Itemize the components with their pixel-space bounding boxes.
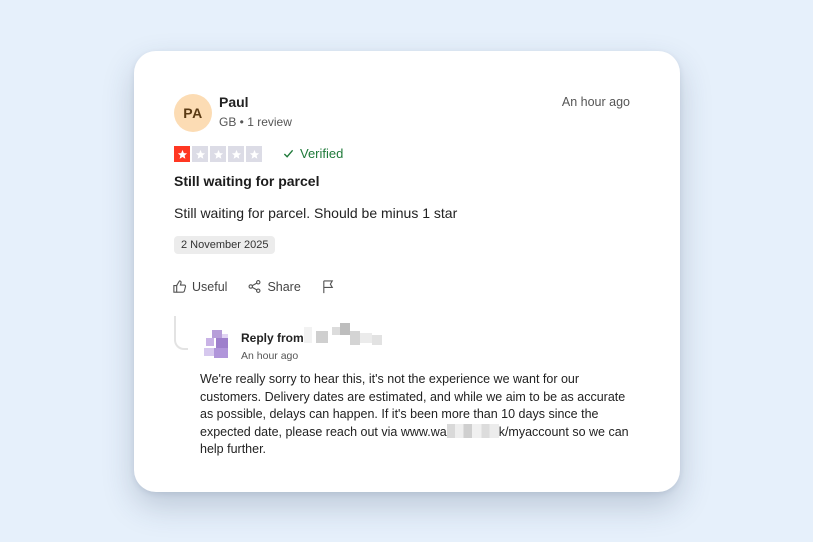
review-card: PA Paul GB • 1 review An hour ago Verifi… xyxy=(134,51,680,492)
redacted-url xyxy=(446,423,499,438)
reviewer-meta: GB • 1 review xyxy=(219,115,292,129)
reply-time: An hour ago xyxy=(241,350,299,362)
review-actions: Useful Share xyxy=(172,279,356,294)
review-time: An hour ago xyxy=(561,95,630,109)
verified-label: Verified xyxy=(300,146,344,161)
report-button[interactable] xyxy=(321,279,336,294)
share-icon xyxy=(248,280,261,293)
checkmark-icon xyxy=(283,149,294,158)
reply-body: We're really sorry to hear this, it's no… xyxy=(200,371,640,459)
reply-connector xyxy=(174,316,188,350)
share-button[interactable]: Share xyxy=(247,279,301,294)
star-icon xyxy=(228,146,244,162)
star-icon xyxy=(174,146,190,162)
thumbs-up-icon xyxy=(173,280,187,293)
verified-badge[interactable]: Verified xyxy=(283,146,343,161)
review-body: Still waiting for parcel. Should be minu… xyxy=(174,205,458,221)
review-title: Still waiting for parcel xyxy=(174,173,320,189)
star-icon xyxy=(192,146,208,162)
star-icon xyxy=(210,146,226,162)
star-icon xyxy=(246,146,262,162)
experience-date-badge: 2 November 2025 xyxy=(174,236,276,254)
company-logo-icon[interactable] xyxy=(202,328,232,362)
star-rating xyxy=(174,146,262,162)
flag-icon xyxy=(323,280,334,294)
share-label: Share xyxy=(267,279,301,294)
useful-label: Useful xyxy=(192,279,228,294)
redacted-company-name xyxy=(304,323,382,345)
avatar[interactable]: PA xyxy=(174,94,212,132)
reply-from-label: Reply from xyxy=(241,331,304,345)
reviewer-name[interactable]: Paul xyxy=(219,94,249,110)
useful-button[interactable]: Useful xyxy=(172,279,227,294)
